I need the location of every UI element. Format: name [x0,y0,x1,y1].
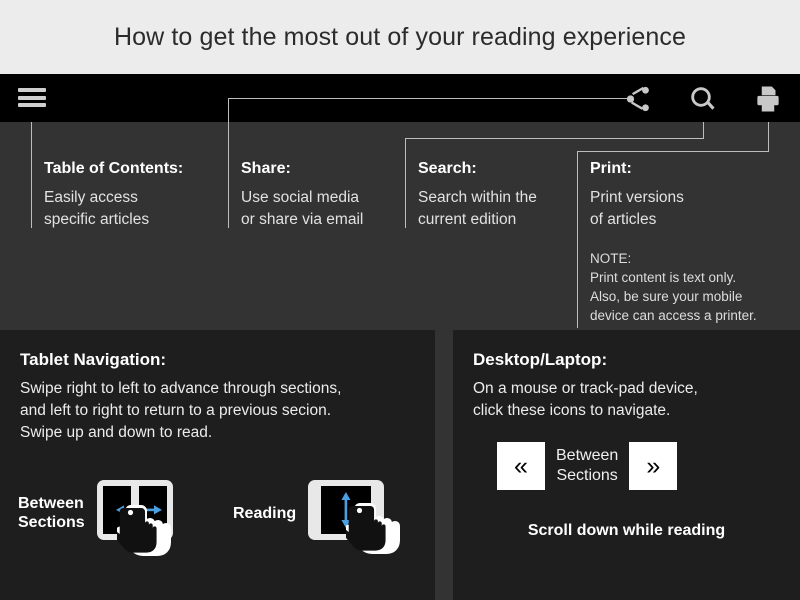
pointing-hand-icon [346,503,401,554]
tablet-navigation-panel: Tablet Navigation: Swipe right to left t… [0,330,435,600]
search-icon[interactable] [688,84,718,114]
hamburger-menu-icon[interactable] [18,86,46,109]
desktop-laptop-panel: Desktop/Laptop: On a mouse or track-pad … [453,330,800,600]
leader-line-search-horizontal [405,138,704,139]
leader-line-share-horizontal [228,98,627,99]
tablet-swipe-horizontal-icon [96,480,173,556]
callout-body-print: Print versions of articles [590,189,684,228]
leader-line-print-vertical [577,151,578,328]
tablet-panel-body: Swipe right to left to advance through s… [20,380,342,441]
section-nav-controls: « Between Sections » [497,442,678,490]
gesture-label-reading: Reading [233,504,297,522]
callout-body-search: Search within the current edition [418,189,537,228]
next-section-button[interactable]: » [629,442,678,490]
between-sections-label: Between Sections [556,447,619,484]
leader-line-print-vertical-top [768,122,769,151]
leader-line-print-horizontal [577,151,769,152]
leader-line-search-vertical [405,138,406,228]
tablet-gesture-row: Between Sections Reading [18,480,418,580]
leader-line-share-vertical [228,98,229,228]
page-header: How to get the most out of your reading … [0,0,800,74]
gesture-between-sections: Between Sections [18,480,173,556]
callout-table-of-contents: Table of Contents: Easily access specifi… [31,160,226,231]
callout-body-share: Use social media or share via email [241,189,364,228]
print-icon[interactable] [753,84,783,114]
callout-title-toc: Table of Contents: [44,160,184,177]
pointing-hand-icon [116,505,171,556]
callout-body-toc: Easily access specific articles [44,189,150,228]
callout-print: Print: Print versions of articles NOTE: … [577,160,800,325]
callout-share: Share: Use social media or share via ema… [228,160,413,231]
tablet-panel-title: Tablet Navigation: [20,350,167,369]
previous-section-button[interactable]: « [497,442,545,490]
callout-title-search: Search: [418,160,477,177]
hamburger-bar-2 [18,95,46,100]
callout-title-print: Print: [590,160,632,177]
callout-band: Table of Contents: Easily access specifi… [0,122,800,328]
leader-line-toc [31,122,32,228]
tablet-swipe-vertical-icon [308,480,401,554]
tablet-margin-left [314,486,322,534]
hamburger-bar-1 [18,88,46,92]
scroll-down-instruction: Scroll down while reading [527,522,726,539]
page-title: How to get the most out of your reading … [114,22,686,51]
desktop-panel-title: Desktop/Laptop: [473,350,608,369]
leader-line-search-vertical-top [703,122,704,138]
callout-search: Search: Search within the current editio… [405,160,575,231]
callout-title-share: Share: [241,160,291,177]
desktop-panel-body: On a mouse or track-pad device, click th… [473,380,698,419]
gesture-label-between-sections: Between Sections [18,495,85,531]
share-icon[interactable] [623,84,653,114]
gesture-reading: Reading [233,480,401,554]
callout-note-print: NOTE: Print content is text only. Also, … [590,251,757,323]
hamburger-bar-3 [18,103,46,107]
